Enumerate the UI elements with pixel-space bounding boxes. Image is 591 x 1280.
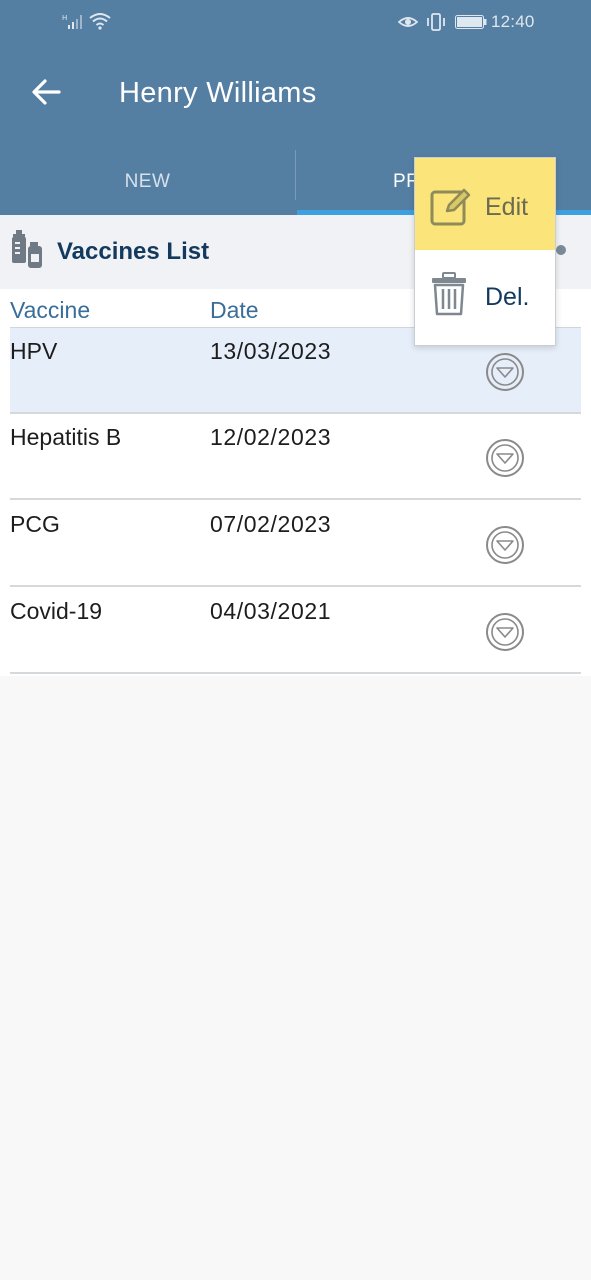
svg-text:H: H	[62, 14, 67, 22]
tab-divider	[295, 150, 296, 200]
edit-menu-item[interactable]: Edit	[415, 158, 555, 250]
vaccine-name: HPV	[10, 338, 58, 364]
trash-icon	[429, 272, 469, 321]
column-header-date: Date	[210, 297, 259, 323]
vaccine-name: Hepatitis B	[10, 424, 122, 450]
table-row[interactable]: Hepatitis B 12/02/2023	[10, 414, 581, 500]
expand-chevron-icon[interactable]	[485, 438, 525, 478]
wifi-icon	[89, 12, 111, 35]
row-action-menu: Edit Del.	[414, 157, 556, 346]
cellular-signal-icon: H	[62, 12, 84, 35]
expand-chevron-icon[interactable]	[485, 525, 525, 565]
status-time: 12:40	[491, 12, 535, 31]
vaccine-vials-icon	[10, 230, 46, 275]
vaccine-name: PCG	[10, 511, 60, 537]
vaccine-name: Covid-19	[10, 598, 103, 624]
status-bar: H 12:40	[0, 0, 591, 44]
vibrate-icon	[426, 12, 446, 37]
column-header-vaccine: Vaccine	[10, 297, 91, 323]
overflow-menu-icon[interactable]	[556, 245, 566, 255]
delete-menu-item[interactable]: Del.	[415, 254, 555, 346]
edit-icon	[429, 185, 471, 232]
expand-chevron-icon[interactable]	[485, 352, 525, 392]
vaccine-date: 07/02/2023	[210, 511, 332, 537]
edit-label: Edit	[485, 193, 529, 221]
delete-label: Del.	[485, 283, 530, 311]
battery-icon	[455, 15, 487, 34]
section-title: Vaccines List	[57, 238, 210, 265]
tab-new[interactable]: NEW	[0, 148, 295, 215]
back-button[interactable]	[22, 68, 70, 116]
vaccine-date: 12/02/2023	[210, 424, 332, 450]
eye-comfort-icon	[397, 14, 419, 35]
vaccine-date: 13/03/2023	[210, 338, 332, 364]
vaccine-date: 04/03/2021	[210, 598, 332, 624]
table-row[interactable]: PCG 07/02/2023	[10, 501, 581, 587]
expand-chevron-icon[interactable]	[485, 612, 525, 652]
page-title: Henry Williams	[119, 77, 317, 109]
arrow-left-icon	[32, 79, 61, 105]
table-row[interactable]: Covid-19 04/03/2021	[10, 588, 581, 674]
